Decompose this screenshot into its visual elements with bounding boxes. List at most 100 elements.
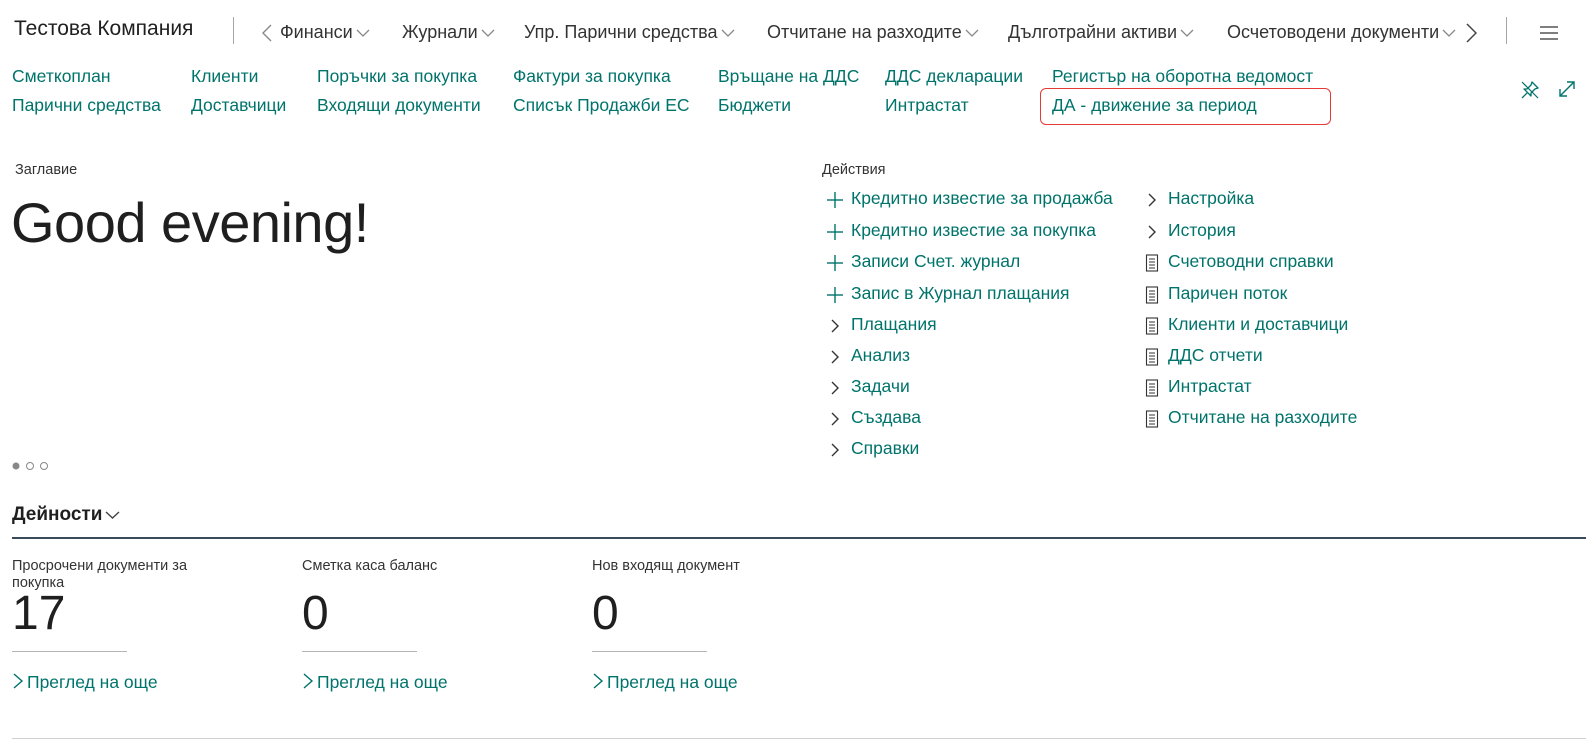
tile-value[interactable]: 0 — [302, 586, 329, 641]
link-incoming-documents[interactable]: Входящи документи — [317, 95, 481, 116]
divider — [12, 651, 127, 652]
action-label: Паричен поток — [1168, 283, 1288, 303]
divider — [233, 17, 234, 44]
action-label: ДДС отчети — [1168, 345, 1263, 365]
action-label: Настройка — [1168, 188, 1255, 208]
top-navigation-bar: Тестова Компания Финанси Журнали Упр. Па… — [0, 0, 1591, 64]
plus-icon — [827, 224, 843, 240]
chevron-down-icon — [1180, 29, 1194, 38]
activities-title-label: Дейности — [12, 504, 103, 525]
highlight-box — [1040, 88, 1331, 125]
action-label: История — [1168, 220, 1236, 240]
tile-label: Сметка каса баланс — [302, 558, 438, 574]
divider — [302, 651, 417, 652]
action-label: Плащания — [851, 314, 937, 334]
chevron-down-icon — [481, 29, 495, 38]
action-label: Анализ — [851, 345, 911, 365]
link-customers[interactable]: Клиенти — [191, 66, 258, 87]
chevron-right-icon — [13, 673, 24, 689]
plus-icon — [827, 255, 843, 271]
chevron-right-icon — [831, 319, 839, 333]
link-cash[interactable]: Парични средства — [12, 95, 161, 116]
headline-caption: Заглавие — [15, 162, 78, 178]
plus-icon — [827, 287, 843, 303]
report-icon — [1145, 348, 1159, 366]
scroll-left-icon[interactable] — [262, 24, 272, 42]
action-label: Интрастат — [1168, 376, 1252, 396]
nav-tab-finance[interactable]: Финанси — [280, 22, 370, 43]
link-purchase-orders[interactable]: Поръчки за покупка — [317, 66, 477, 87]
divider — [592, 651, 707, 652]
nav-tab-posted-documents[interactable]: Осчетоводени документи — [1227, 22, 1456, 43]
report-icon — [1145, 254, 1159, 272]
scroll-right-icon[interactable] — [1466, 23, 1477, 43]
report-icon — [1145, 317, 1159, 335]
company-name[interactable]: Тестова Компания — [14, 17, 193, 41]
tile-label: Нов входящ документ — [592, 558, 740, 574]
divider — [12, 738, 1586, 739]
chevron-down-icon — [105, 511, 120, 519]
action-label: Отчитане на разходите — [1168, 407, 1358, 427]
link-vendors[interactable]: Доставчици — [191, 95, 286, 116]
nav-tab-label: Финанси — [280, 22, 353, 42]
tile-value[interactable]: 0 — [592, 586, 619, 641]
report-icon — [1145, 410, 1159, 428]
nav-tab-cash-management[interactable]: Упр. Парични средства — [524, 22, 735, 43]
report-icon — [1145, 286, 1159, 304]
chevron-right-icon — [303, 673, 314, 689]
link-purchase-invoices[interactable]: Фактури за покупка — [513, 66, 671, 87]
action-label: Запис в Журнал плащания — [851, 283, 1070, 303]
nav-tab-label: Дълготрайни активи — [1008, 22, 1178, 42]
hamburger-menu-icon[interactable] — [1540, 26, 1558, 40]
see-more-label: Преглед на още — [27, 672, 158, 692]
see-more-label: Преглед на още — [607, 672, 738, 692]
action-label: Задачи — [851, 376, 910, 396]
see-more-link[interactable]: Преглед на още — [12, 672, 158, 693]
link-trial-balance-register[interactable]: Регистър на оборотна ведомост — [1052, 66, 1313, 87]
chevron-down-icon — [721, 29, 734, 38]
pin-icon[interactable] — [1520, 80, 1540, 100]
plus-icon — [827, 192, 843, 208]
see-more-link[interactable]: Преглед на още — [302, 672, 448, 693]
link-intrastat[interactable]: Интрастат — [885, 95, 969, 116]
action-label: Справки — [851, 438, 920, 458]
see-more-link[interactable]: Преглед на още — [592, 672, 738, 693]
action-label: Кредитно известие за продажба — [851, 188, 1113, 208]
link-vat-declarations[interactable]: ДДС декларации — [885, 66, 1023, 87]
tile-value[interactable]: 17 — [12, 586, 65, 641]
chevron-right-icon — [593, 673, 604, 689]
nav-tab-journals[interactable]: Журнали — [402, 22, 495, 43]
nav-tab-label: Осчетоводени документи — [1227, 22, 1440, 42]
chevron-down-icon — [965, 29, 979, 38]
chevron-right-icon — [831, 443, 839, 457]
carousel-dots[interactable] — [12, 461, 52, 471]
divider — [1506, 17, 1507, 44]
tile-cash-account-balance: Сметка каса баланс 0 Преглед на още — [302, 558, 542, 698]
nav-tab-label: Упр. Парични средства — [524, 22, 718, 42]
action-label: Клиенти и доставчици — [1168, 314, 1349, 334]
action-label: Счетоводни справки — [1168, 251, 1334, 271]
link-budgets[interactable]: Бюджети — [718, 95, 791, 116]
tile-overdue-purchase-documents: Просрочени документи за покупка 17 Прегл… — [12, 558, 252, 698]
activities-title[interactable]: Дейности — [12, 504, 120, 526]
nav-tab-cost-accounting[interactable]: Отчитане на разходите — [767, 22, 979, 43]
link-chart-of-accounts[interactable]: Сметкоплан — [12, 66, 111, 87]
see-more-label: Преглед на още — [317, 672, 448, 692]
chevron-right-icon — [831, 381, 839, 395]
link-vat-refund[interactable]: Връщане на ДДС — [718, 66, 859, 87]
nav-tab-fixed-assets[interactable]: Дълготрайни активи — [1008, 22, 1194, 43]
chevron-right-icon — [831, 412, 839, 426]
action-label: Записи Счет. журнал — [851, 251, 1021, 271]
chevron-down-icon — [356, 29, 370, 38]
chevron-down-icon — [1442, 29, 1456, 38]
link-eu-sales-list[interactable]: Списък Продажби ЕС — [513, 95, 690, 116]
chevron-right-icon — [1148, 193, 1156, 207]
expand-icon[interactable] — [1557, 79, 1577, 99]
report-icon — [1145, 379, 1159, 397]
divider — [12, 537, 1586, 539]
nav-tab-label: Журнали — [402, 22, 478, 42]
action-label: Кредитно известие за покупка — [851, 220, 1096, 240]
action-label: Създава — [851, 407, 921, 427]
chevron-right-icon — [1148, 225, 1156, 239]
tile-new-incoming-document: Нов входящ документ 0 Преглед на още — [592, 558, 832, 698]
